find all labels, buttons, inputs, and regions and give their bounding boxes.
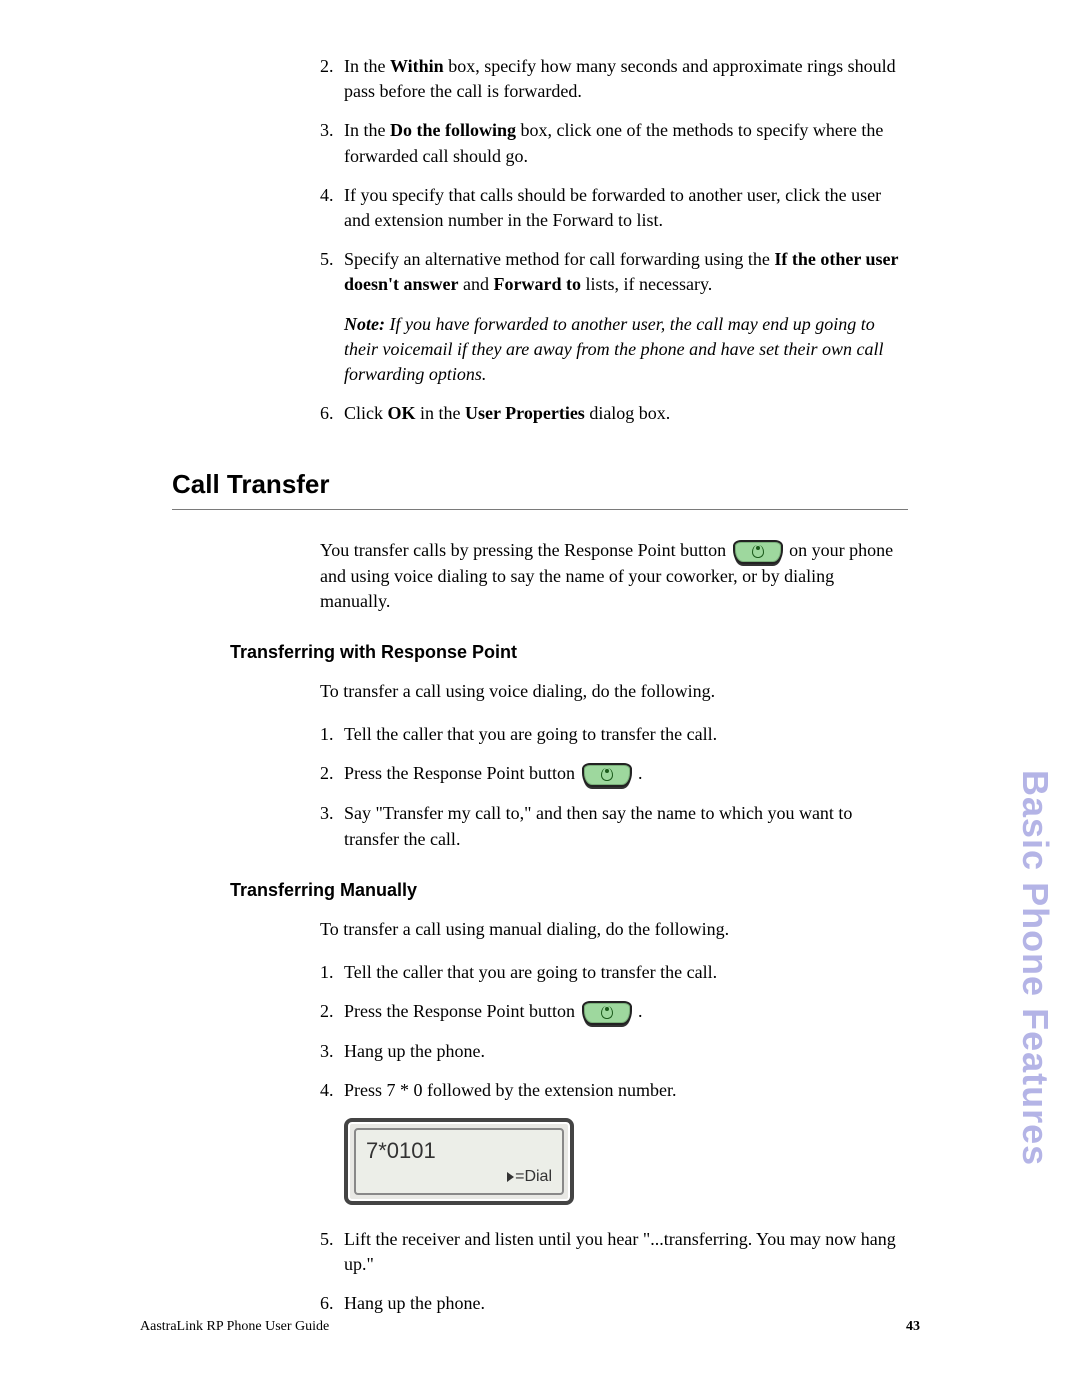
phone-lcd-display: 7*0101 =Dial (344, 1118, 574, 1205)
list-number: 6. (320, 1291, 344, 1316)
list-item: 3. In the Do the following box, click on… (320, 118, 908, 168)
lcd-line-1: 7*0101 (366, 1136, 552, 1167)
side-tab-label: Basic Phone Features (1010, 770, 1060, 1166)
text: If you specify that calls should be forw… (344, 185, 881, 230)
list-number: 3. (320, 1039, 344, 1064)
text: Press the Response Point button (344, 1001, 580, 1021)
lcd-line-2: =Dial (366, 1166, 552, 1188)
response-point-button-icon (733, 540, 783, 564)
list-number: 5. (320, 247, 344, 297)
sub-intro: To transfer a call using voice dialing, … (320, 679, 908, 704)
list-body: In the Within box, specify how many seco… (344, 54, 908, 104)
list-number: 1. (320, 722, 344, 747)
section-rule (172, 509, 908, 510)
list-item: 1. Tell the caller that you are going to… (320, 960, 908, 985)
page-content: 2. In the Within box, specify how many s… (0, 0, 1080, 1316)
note-text: If you have forwarded to another user, t… (344, 314, 884, 384)
list-item: 1. Tell the caller that you are going to… (320, 722, 908, 747)
list-number: 1. (320, 960, 344, 985)
list-item: 3. Hang up the phone. (320, 1039, 908, 1064)
list-body: Lift the receiver and listen until you h… (344, 1227, 908, 1277)
list-number: 2. (320, 54, 344, 104)
text: lists, if necessary. (581, 274, 712, 294)
text: Press the Response Point button (344, 763, 580, 783)
intro-paragraph: You transfer calls by pressing the Respo… (320, 538, 908, 614)
list-body: Press the Response Point button . (344, 761, 908, 787)
list-item: 2. In the Within box, specify how many s… (320, 54, 908, 104)
list-item: 3. Say "Transfer my call to," and then s… (320, 801, 908, 851)
list-body: Tell the caller that you are going to tr… (344, 722, 908, 747)
response-point-button-icon (582, 763, 632, 787)
subsection-title: Transferring with Response Point (230, 640, 908, 665)
bold-text: Within (390, 56, 444, 76)
list-item: 6. Click OK in the User Properties dialo… (320, 401, 908, 426)
list-item: 2. Press the Response Point button . (320, 999, 908, 1025)
lcd-dial-label: =Dial (515, 1168, 552, 1185)
bold-text: OK (388, 403, 416, 423)
note: Note: If you have forwarded to another u… (344, 312, 908, 388)
list-body: Hang up the phone. (344, 1039, 908, 1064)
text: In the (344, 120, 390, 140)
list-number: 5. (320, 1227, 344, 1277)
list-item: 6. Hang up the phone. (320, 1291, 908, 1316)
bold-text: Forward to (494, 274, 581, 294)
play-arrow-icon (507, 1172, 514, 1182)
list-body: Tell the caller that you are going to tr… (344, 960, 908, 985)
subsection-title: Transferring Manually (230, 878, 908, 903)
note-label: Note: (344, 314, 385, 334)
list-body: Click OK in the User Properties dialog b… (344, 401, 908, 426)
list-body: Press the Response Point button . (344, 999, 908, 1025)
text: You transfer calls by pressing the Respo… (320, 540, 731, 560)
list-body: In the Do the following box, click one o… (344, 118, 908, 168)
page-footer: AastraLink RP Phone User Guide 43 (140, 1317, 920, 1337)
list-body: Hang up the phone. (344, 1291, 908, 1316)
text: . (638, 1001, 643, 1021)
bold-text: Do the following (390, 120, 516, 140)
list-item: 4. If you specify that calls should be f… (320, 183, 908, 233)
text: in the (416, 403, 466, 423)
list-number: 4. (320, 183, 344, 233)
list-item: 4. Press 7 * 0 followed by the extension… (320, 1078, 908, 1103)
list-item: 2. Press the Response Point button . (320, 761, 908, 787)
list-number: 4. (320, 1078, 344, 1103)
list-item: 5. Lift the receiver and listen until yo… (320, 1227, 908, 1277)
footer-page-number: 43 (906, 1317, 920, 1337)
sub-intro: To transfer a call using manual dialing,… (320, 917, 908, 942)
list-number: 6. (320, 401, 344, 426)
text: and (459, 274, 494, 294)
list-body: Say "Transfer my call to," and then say … (344, 801, 908, 851)
lcd-inner: 7*0101 =Dial (354, 1128, 564, 1195)
list-body: If you specify that calls should be forw… (344, 183, 908, 233)
section-title: Call Transfer (172, 466, 908, 502)
text: . (638, 763, 643, 783)
text: In the (344, 56, 390, 76)
text: dialog box. (585, 403, 671, 423)
list-number: 2. (320, 761, 344, 787)
bold-text: User Properties (465, 403, 585, 423)
list-number: 3. (320, 801, 344, 851)
list-item: 5. Specify an alternative method for cal… (320, 247, 908, 297)
list-body: Press 7 * 0 followed by the extension nu… (344, 1078, 908, 1103)
response-point-button-icon (582, 1001, 632, 1025)
list-number: 2. (320, 999, 344, 1025)
text: Click (344, 403, 388, 423)
list-body: Specify an alternative method for call f… (344, 247, 908, 297)
text: Specify an alternative method for call f… (344, 249, 774, 269)
list-number: 3. (320, 118, 344, 168)
footer-doc-title: AastraLink RP Phone User Guide (140, 1317, 329, 1337)
